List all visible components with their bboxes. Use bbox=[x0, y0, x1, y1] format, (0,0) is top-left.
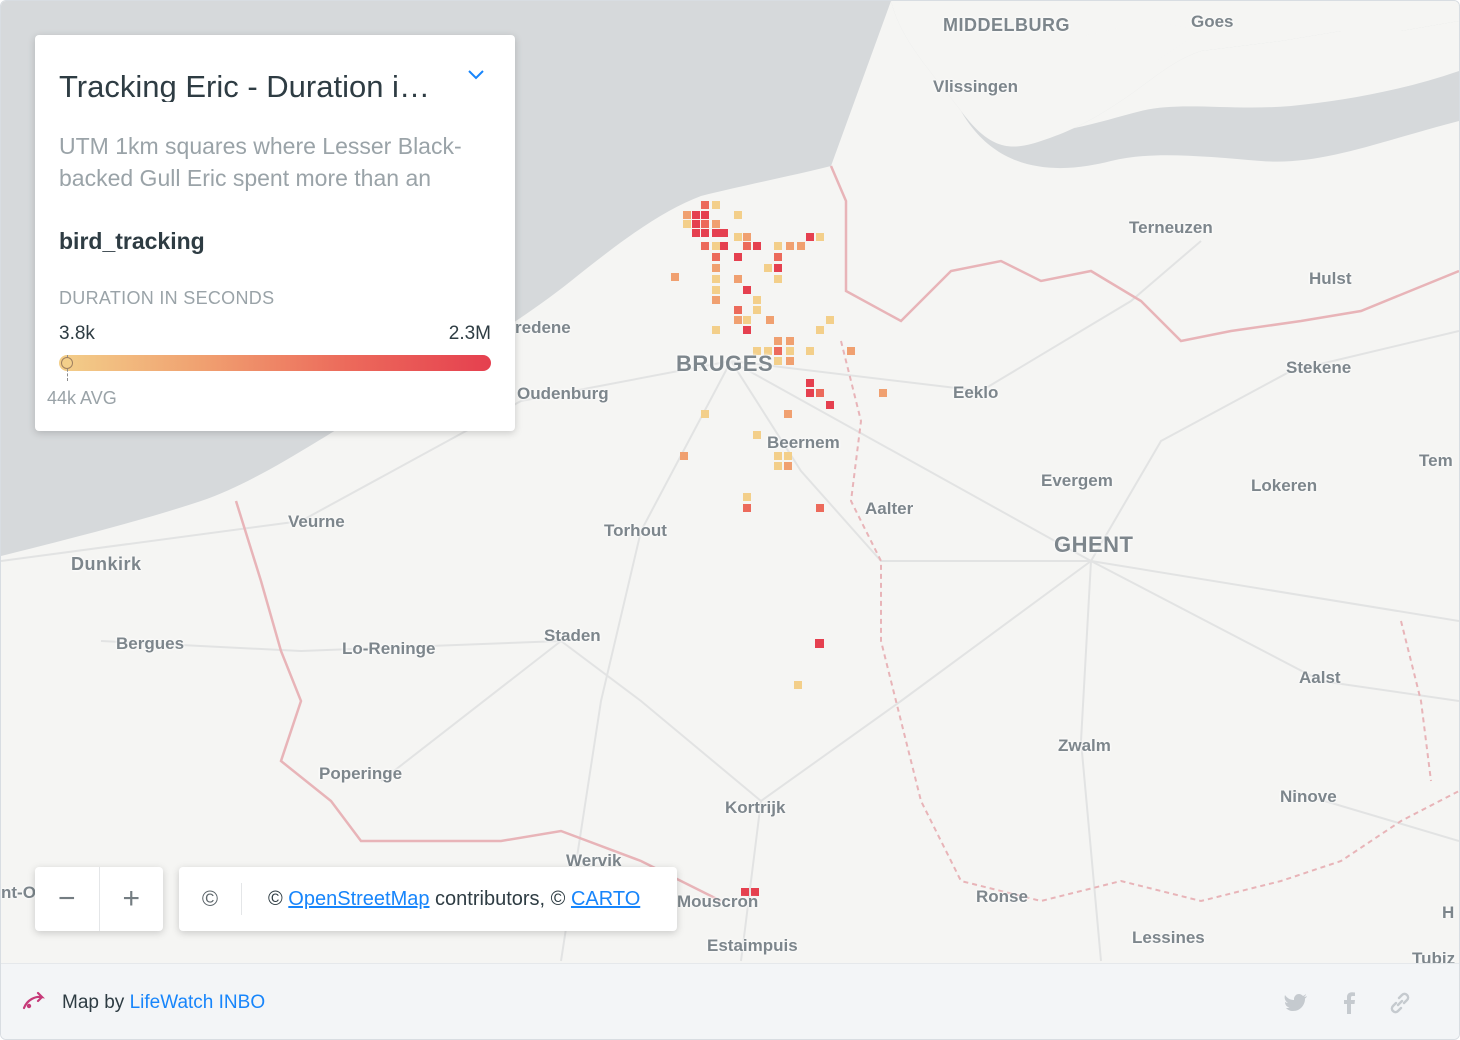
attribution-prefix: © bbox=[268, 887, 289, 910]
map-credit: Map by LifeWatch INBO bbox=[62, 992, 265, 1014]
map-embed: MIDDELBURG Goes Vlissingen Terneuzen Hulst re… bbox=[0, 0, 1460, 1040]
place-label: Staden bbox=[544, 626, 601, 645]
attribution-text: © OpenStreetMap contributors, © CARTO bbox=[242, 888, 640, 911]
chevron-down-icon[interactable] bbox=[465, 63, 487, 85]
zoom-control: − + bbox=[35, 867, 163, 931]
place-label: Dunkirk bbox=[71, 554, 142, 574]
place-label: Beernem bbox=[767, 433, 840, 452]
carto-link[interactable]: CARTO bbox=[571, 888, 640, 910]
legend-avg-value: 44k AVG bbox=[47, 388, 117, 408]
place-label: Lokeren bbox=[1251, 476, 1318, 495]
place-label: Terneuzen bbox=[1129, 218, 1213, 237]
place-label: GHENT bbox=[1054, 532, 1134, 557]
place-label: Tem bbox=[1419, 451, 1453, 470]
place-label: Veurne bbox=[288, 512, 345, 531]
attribution-bar: © © OpenStreetMap contributors, © CARTO bbox=[179, 867, 677, 931]
place-label: Kortrijk bbox=[725, 798, 786, 817]
twitter-icon[interactable] bbox=[1283, 990, 1309, 1016]
place-label: Lo-Reninge bbox=[342, 639, 436, 658]
place-label: Ronse bbox=[976, 887, 1028, 906]
place-label: Estaimpuis bbox=[707, 936, 798, 955]
place-label: Hulst bbox=[1309, 269, 1352, 288]
link-icon[interactable] bbox=[1387, 990, 1413, 1016]
place-label: Ninove bbox=[1280, 787, 1337, 806]
square-cells bbox=[671, 201, 887, 896]
legend-panel: Tracking Eric - Duration in UTM 1km squa… bbox=[35, 35, 515, 431]
place-label: Lessines bbox=[1132, 928, 1205, 947]
place-label: Tubiz bbox=[1412, 949, 1456, 963]
place-label: Evergem bbox=[1041, 471, 1113, 490]
legend-title: Tracking Eric - Duration in UTM 1km squa… bbox=[59, 71, 444, 102]
place-label: Bergues bbox=[116, 634, 185, 653]
place-label: Poperinge bbox=[319, 764, 403, 783]
color-ramp bbox=[59, 355, 491, 371]
map-canvas[interactable]: MIDDELBURG Goes Vlissingen Terneuzen Hulst re… bbox=[1, 1, 1459, 963]
attribution-toggle[interactable]: © bbox=[179, 883, 242, 915]
place-label: Aalter bbox=[865, 499, 914, 518]
carto-logo-icon[interactable] bbox=[21, 990, 45, 1014]
place-label: redene bbox=[515, 318, 571, 337]
place-label: Torhout bbox=[604, 521, 667, 540]
place-label: H bbox=[1442, 903, 1455, 922]
avg-marker bbox=[61, 357, 73, 369]
legend-max-value: 2.3M bbox=[448, 323, 491, 344]
place-label: Oudenburg bbox=[517, 384, 609, 403]
layer-name: bird_tracking bbox=[59, 228, 205, 254]
zoom-out-button[interactable]: − bbox=[35, 867, 99, 931]
legend-description: UTM 1km squares where Lesser Black-backe… bbox=[59, 133, 462, 191]
place-label: Stekene bbox=[1286, 358, 1352, 377]
footer-bar: Map by LifeWatch INBO bbox=[1, 963, 1459, 1039]
place-label: BRUGES bbox=[676, 351, 774, 376]
map-by-label: Map by bbox=[62, 992, 125, 1013]
attribution-middle: contributors, © bbox=[429, 887, 571, 910]
place-label: Zwalm bbox=[1058, 736, 1111, 755]
place-label: Mouscron bbox=[677, 892, 759, 911]
legend-min-value: 3.8k bbox=[59, 323, 95, 344]
place-label: Eeklo bbox=[953, 383, 999, 402]
place-label: nt-O bbox=[1, 883, 36, 902]
place-label: MIDDELBURG bbox=[943, 15, 1070, 35]
place-label: Vlissingen bbox=[933, 77, 1019, 96]
zoom-in-button[interactable]: + bbox=[98, 867, 164, 931]
place-label: Goes bbox=[1191, 12, 1234, 31]
place-label: Aalst bbox=[1299, 668, 1341, 687]
osm-link[interactable]: OpenStreetMap bbox=[288, 888, 429, 910]
facebook-icon[interactable] bbox=[1337, 990, 1363, 1016]
author-link[interactable]: LifeWatch INBO bbox=[130, 992, 266, 1013]
legend-unit-label: DURATION IN SECONDS bbox=[59, 288, 275, 308]
